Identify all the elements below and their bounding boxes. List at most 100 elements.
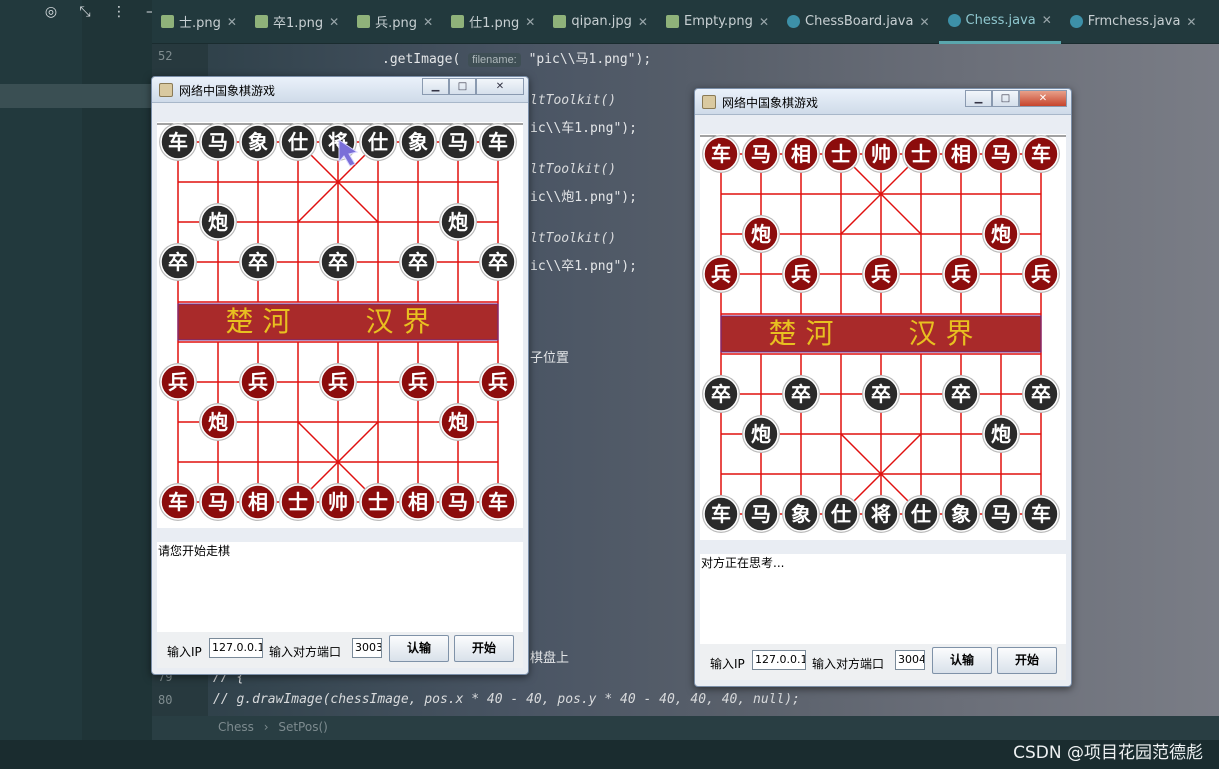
maximize-button[interactable]: □ [992,90,1019,107]
chess-piece[interactable]: 炮 [439,203,477,241]
chess-piece[interactable]: 车 [479,123,517,161]
chess-piece[interactable]: 仕 [822,495,860,533]
chess-piece[interactable]: 炮 [742,415,780,453]
minimize-button[interactable]: ▁ [422,78,449,95]
chess-piece[interactable]: 卒 [862,375,900,413]
chess-piece[interactable]: 兵 [862,255,900,293]
chess-board[interactable]: 楚 河汉 界车马相士帅士相马车炮炮兵兵兵兵兵卒卒卒卒卒炮炮车马象仕将仕象马车 [700,134,1066,540]
chess-piece[interactable]: 卒 [319,243,357,281]
chess-piece[interactable]: 马 [982,495,1020,533]
chess-piece[interactable]: 炮 [199,203,237,241]
chess-piece[interactable]: 士 [822,135,860,173]
chess-piece[interactable]: 相 [399,483,437,521]
chess-piece[interactable]: 车 [1022,495,1060,533]
window-titlebar[interactable]: 网络中国象棋游戏 ▁ □ ✕ [152,77,528,103]
close-button[interactable]: ✕ [476,78,524,95]
close-tab-icon[interactable]: ✕ [227,15,237,29]
chess-piece[interactable]: 卒 [702,375,740,413]
close-tab-icon[interactable]: ✕ [525,15,535,29]
chess-piece[interactable]: 车 [159,483,197,521]
chess-piece[interactable]: 马 [439,123,477,161]
window-titlebar[interactable]: 网络中国象棋游戏 ▁ □ ✕ [695,89,1071,115]
more-options-icon[interactable]: ⋮ [108,4,130,24]
close-tab-icon[interactable]: ✕ [329,15,339,29]
chess-piece[interactable]: 将 [862,495,900,533]
editor-tab[interactable]: Frmchess.java ✕ [1061,0,1206,44]
chess-piece[interactable]: 马 [982,135,1020,173]
chess-piece[interactable]: 兵 [782,255,820,293]
editor-tab[interactable]: 兵.png ✕ [348,0,442,44]
resign-button[interactable]: 认输 [932,647,992,674]
collapse-icon[interactable]: ⤡ [74,4,96,24]
chess-piece[interactable]: 士 [359,483,397,521]
editor-tab[interactable]: Empty.png ✕ [657,0,778,44]
close-tab-icon[interactable]: ✕ [919,15,929,29]
chess-piece[interactable]: 士 [902,135,940,173]
chess-piece[interactable]: 马 [199,483,237,521]
chess-piece[interactable]: 炮 [199,403,237,441]
chess-piece[interactable]: 相 [782,135,820,173]
chess-piece[interactable]: 车 [702,135,740,173]
chess-piece[interactable]: 炮 [439,403,477,441]
ip-input[interactable]: 127.0.0.1 [209,638,263,658]
chess-piece[interactable]: 卒 [479,243,517,281]
start-button[interactable]: 开始 [997,647,1057,674]
chess-piece[interactable]: 兵 [159,363,197,401]
chess-piece[interactable]: 仕 [359,123,397,161]
editor-tab[interactable]: 仕1.png ✕ [442,0,544,44]
chess-piece[interactable]: 炮 [982,415,1020,453]
start-button[interactable]: 开始 [454,635,514,662]
chess-piece[interactable]: 兵 [399,363,437,401]
port-input[interactable]: 3004 [895,650,925,670]
editor-tab[interactable]: qipan.jpg ✕ [544,0,657,44]
close-tab-icon[interactable]: ✕ [423,15,433,29]
resign-button[interactable]: 认输 [389,635,449,662]
chess-piece[interactable]: 士 [279,483,317,521]
target-icon[interactable]: ◎ [40,4,62,24]
chess-piece[interactable]: 帅 [319,483,357,521]
chess-piece[interactable]: 兵 [942,255,980,293]
board-canvas[interactable]: 楚 河汉 界车马相士帅士相马车炮 炮兵兵兵兵兵卒卒卒卒卒炮 炮车马象仕将仕象马车 [700,134,1066,540]
breadcrumb-class[interactable]: Chess [218,720,254,734]
chess-board[interactable]: 楚 河汉 界车马象仕将仕象马车炮炮卒卒卒卒卒兵兵兵兵兵炮炮车马相士帅士相马车 [157,122,523,528]
editor-tab[interactable]: Chess.java ✕ [938,0,1061,44]
chess-piece[interactable]: 兵 [239,363,277,401]
editor-tab[interactable]: ChessBoard.java ✕ [778,0,939,44]
chess-piece[interactable]: 马 [742,495,780,533]
chess-piece[interactable]: 马 [439,483,477,521]
chess-piece[interactable]: 兵 [479,363,517,401]
chess-piece[interactable]: 仕 [902,495,940,533]
close-tab-icon[interactable]: ✕ [1186,15,1196,29]
chess-piece[interactable]: 象 [782,495,820,533]
chess-piece[interactable]: 卒 [159,243,197,281]
chess-piece[interactable]: 相 [239,483,277,521]
chess-piece[interactable]: 车 [1022,135,1060,173]
close-tab-icon[interactable]: ✕ [1042,13,1052,27]
chess-piece[interactable]: 兵 [702,255,740,293]
chess-piece[interactable]: 兵 [1022,255,1060,293]
maximize-button[interactable]: □ [449,78,476,95]
breadcrumb-method[interactable]: SetPos() [278,720,327,734]
chess-piece[interactable]: 卒 [782,375,820,413]
chess-piece[interactable]: 马 [742,135,780,173]
chess-piece[interactable]: 卒 [239,243,277,281]
chess-piece[interactable]: 卒 [942,375,980,413]
chess-piece[interactable]: 象 [239,123,277,161]
chess-piece[interactable]: 将 [319,123,357,161]
chess-piece[interactable]: 象 [399,123,437,161]
chess-piece[interactable]: 帅 [862,135,900,173]
chess-piece[interactable]: 卒 [399,243,437,281]
chess-piece[interactable]: 象 [942,495,980,533]
port-input[interactable]: 3003 [352,638,382,658]
chess-piece[interactable]: 马 [199,123,237,161]
chess-piece[interactable]: 车 [479,483,517,521]
chess-piece[interactable]: 炮 [982,215,1020,253]
close-button[interactable]: ✕ [1019,90,1067,107]
board-canvas[interactable]: 楚 河汉 界车马象仕将仕象马车炮 炮卒卒卒卒卒兵兵兵兵兵炮 炮车马相士帅士相马车 [157,122,523,528]
chess-piece[interactable]: 兵 [319,363,357,401]
chess-piece[interactable]: 卒 [1022,375,1060,413]
chess-piece[interactable]: 车 [159,123,197,161]
close-tab-icon[interactable]: ✕ [638,15,648,29]
editor-tab[interactable]: 卒1.png ✕ [246,0,348,44]
chess-piece[interactable]: 车 [702,495,740,533]
